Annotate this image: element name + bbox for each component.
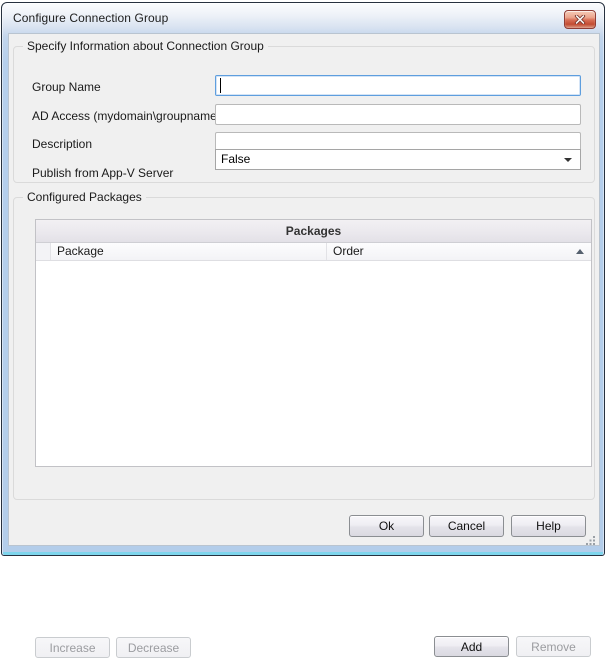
packages-table-body (36, 261, 591, 466)
group-specify-information: Specify Information about Connection Gro… (13, 46, 595, 183)
publish-select[interactable]: False (215, 149, 581, 170)
ad-access-label: AD Access (mydomain\groupname) (32, 109, 221, 123)
publish-select-value: False (221, 152, 250, 166)
packages-table-caption: Packages (36, 220, 591, 243)
chevron-down-icon (564, 158, 572, 162)
row-selector-header (36, 243, 51, 260)
decrease-button[interactable]: Decrease (116, 637, 191, 658)
resize-grip-icon[interactable] (586, 532, 596, 542)
window-title: Configure Connection Group (13, 11, 168, 25)
group-name-label: Group Name (32, 80, 101, 94)
text-cursor (220, 78, 221, 93)
dialog-body: Specify Information about Connection Gro… (8, 33, 600, 546)
close-button[interactable] (564, 10, 596, 29)
group-specify-title: Specify Information about Connection Gro… (23, 39, 268, 53)
dialog-window: Configure Connection Group Specify Infor… (1, 2, 605, 556)
packages-table-header-row: Package Order (36, 243, 591, 261)
packages-table: Packages Package Order (35, 219, 592, 467)
increase-button[interactable]: Increase (35, 637, 110, 658)
group-packages-title: Configured Packages (23, 190, 146, 204)
sort-ascending-icon (576, 249, 584, 254)
cancel-button[interactable]: Cancel (429, 515, 504, 537)
close-icon (574, 15, 586, 24)
titlebar[interactable]: Configure Connection Group (2, 3, 604, 33)
remove-button[interactable]: Remove (516, 636, 591, 657)
column-header-order-label: Order (333, 244, 364, 258)
ad-access-input[interactable] (215, 104, 581, 125)
column-header-order[interactable]: Order (327, 243, 591, 260)
add-button[interactable]: Add (434, 636, 509, 657)
help-button[interactable]: Help (511, 515, 586, 537)
column-header-package[interactable]: Package (51, 243, 327, 260)
group-configured-packages: Configured Packages Packages Package Ord… (13, 197, 595, 500)
group-name-input[interactable] (215, 75, 581, 96)
description-label: Description (32, 137, 92, 151)
ok-button[interactable]: Ok (349, 515, 424, 537)
publish-label: Publish from App-V Server (32, 166, 173, 180)
